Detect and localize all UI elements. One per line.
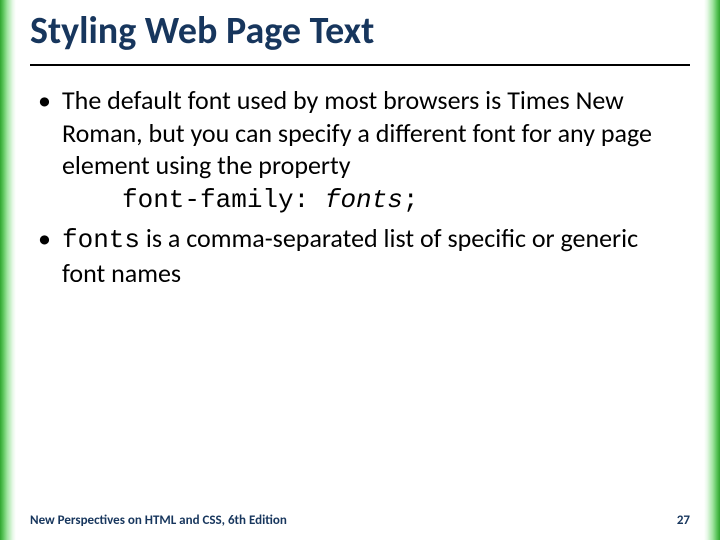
page-number: 27	[677, 513, 690, 528]
code-property: font-family:	[122, 185, 309, 215]
code-semicolon: ;	[403, 185, 419, 215]
slide: Styling Web Page Text The default font u…	[0, 0, 720, 540]
code-line: font-family: fonts;	[122, 184, 680, 217]
footer-source: New Perspectives on HTML and CSS, 6th Ed…	[30, 513, 287, 528]
bullet-list: The default font used by most browsers i…	[38, 84, 680, 289]
slide-footer: New Perspectives on HTML and CSS, 6th Ed…	[30, 513, 690, 528]
bullet-item: fonts is a comma-separated list of speci…	[38, 222, 680, 289]
mono-lead: fonts	[62, 225, 140, 255]
bullet-text: is a comma-separated list of specific or…	[62, 222, 638, 289]
slide-title: Styling Web Page Text	[30, 10, 690, 62]
right-gradient-bar	[704, 0, 720, 540]
bullet-text: The default font used by most browsers i…	[62, 84, 652, 181]
bullet-item: The default font used by most browsers i…	[38, 84, 680, 216]
slide-body: The default font used by most browsers i…	[38, 84, 680, 295]
code-value: fonts	[325, 185, 403, 215]
title-underline	[30, 64, 690, 66]
left-gradient-bar	[0, 0, 16, 540]
